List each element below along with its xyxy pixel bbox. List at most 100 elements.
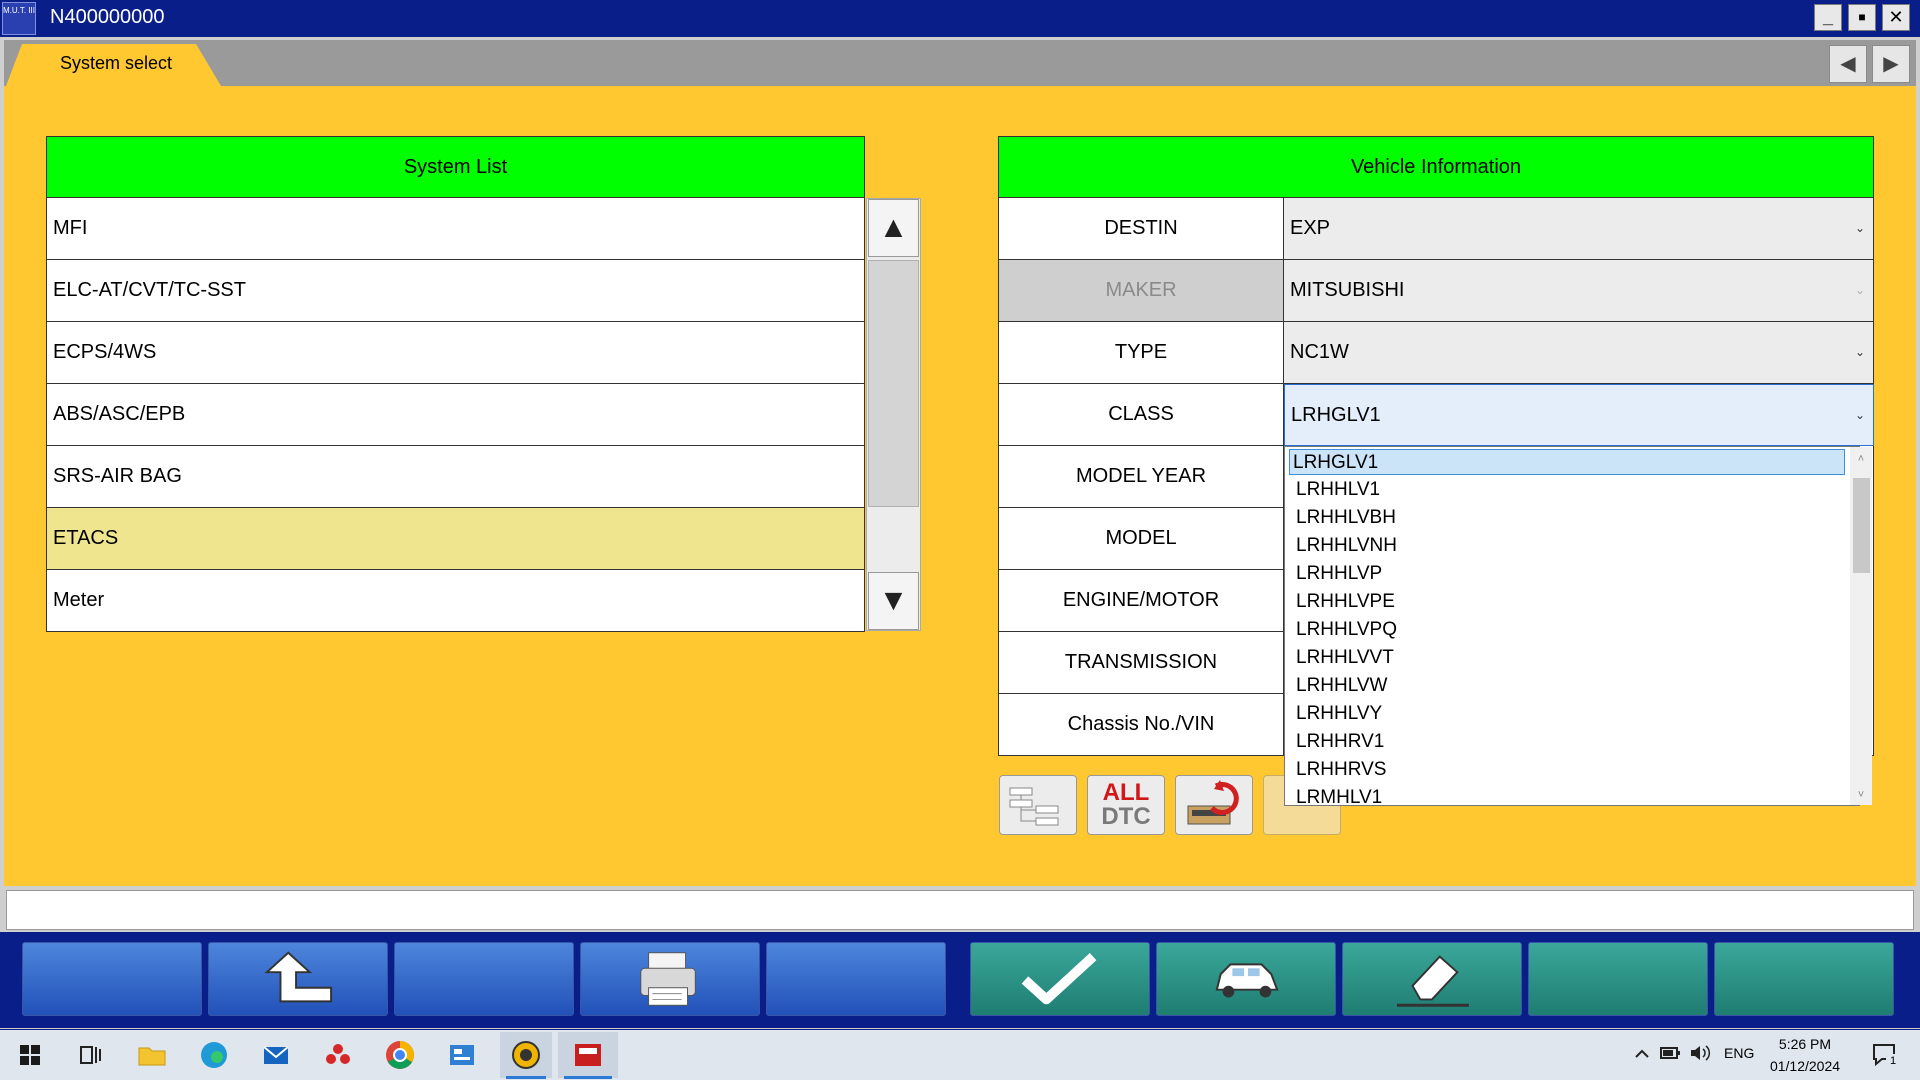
task-view-icon[interactable] [72,1037,108,1073]
dropdown-scroll-down-icon[interactable]: ˅ [1852,786,1870,804]
battery-icon[interactable] [1658,1042,1682,1064]
dropdown-option[interactable]: LRHHLVPQ [1293,617,1845,643]
all-dtc-line1: ALL [1102,779,1150,806]
nav-next-button[interactable]: ▶ [1872,45,1910,83]
clock-date: 01/12/2024 [1769,1058,1841,1074]
class-value: LRHGLV1 [1291,404,1381,426]
close-button[interactable]: ✕ [1882,4,1910,31]
ecu-reprogram-button[interactable] [1175,775,1253,835]
dropdown-option[interactable]: LRHHLVW [1293,673,1845,699]
command-button-1[interactable] [22,942,202,1016]
class-select[interactable]: LRHGLV1 ⌄ [1284,384,1874,446]
nav-prev-button[interactable]: ◀ [1829,45,1867,83]
command-button-9[interactable] [1528,942,1708,1016]
system-list-item[interactable]: ELC-AT/CVT/TC-SST [46,260,865,322]
active-indicator [506,1076,546,1079]
dropdown-option[interactable]: LRHHLVBH [1293,505,1845,531]
back-button[interactable] [208,942,388,1016]
erase-button[interactable] [1342,942,1522,1016]
maximize-button[interactable]: ■ [1848,4,1876,31]
window-title: N400000000 [50,6,165,28]
dropdown-option[interactable]: LRHHLVPE [1293,589,1845,615]
car-icon [1215,963,1279,998]
confirm-button[interactable] [970,942,1150,1016]
dropdown-option-highlighted[interactable]: LRHGLV1 [1289,449,1845,475]
maker-value: MITSUBISHI [1290,279,1405,301]
maker-select: MITSUBISHI ⌄ [1284,260,1874,322]
mail-icon[interactable] [258,1037,294,1073]
active-indicator [564,1076,612,1079]
system-list-item[interactable]: SRS-AIR BAG [46,446,865,508]
destin-select[interactable]: EXP ⌄ [1284,198,1874,260]
chassis-vin-label: Chassis No./VIN [998,694,1284,756]
destin-label: DESTIN [998,198,1284,260]
minimize-button[interactable]: _ [1814,4,1842,31]
control-panel-icon[interactable] [444,1037,480,1073]
chevron-down-icon: ⌄ [1854,408,1865,422]
class-dropdown-list[interactable]: LRHGLV1 LRHHLV1 LRHHLVBH LRHHLVNH LRHHLV… [1284,446,1860,806]
scroll-down-button[interactable]: ▼ [868,572,919,630]
mut-app-icon[interactable] [570,1037,606,1073]
file-explorer-icon[interactable] [134,1037,170,1073]
type-value: NC1W [1290,341,1349,363]
title-bar [0,0,1920,37]
checkmark-icon [1021,953,1097,1005]
tab-label: System select [60,53,173,73]
windows-start-icon[interactable] [12,1037,48,1073]
chevron-up-icon[interactable] [1632,1044,1652,1064]
vehicle-button[interactable] [1156,942,1336,1016]
dropdown-option[interactable]: LRHHRVS [1293,757,1845,783]
system-tree-button[interactable] [999,775,1077,835]
system-list-item-selected[interactable]: ETACS [46,508,865,570]
dropdown-option[interactable]: LRMHLV1 [1293,785,1845,805]
clock[interactable]: 5:26 PM 01/12/2024 [1760,1033,1850,1077]
all-dtc-button[interactable]: ALL DTC [1087,775,1165,835]
dropdown-option[interactable]: LRHHLVP [1293,561,1845,587]
transmission-label: TRANSMISSION [998,632,1284,694]
engine-motor-label: ENGINE/MOTOR [998,570,1284,632]
printer-icon [640,952,696,1006]
system-list-item[interactable]: ABS/ASC/EPB [46,384,865,446]
vehicle-info-header: Vehicle Information [998,136,1874,198]
dropdown-option[interactable]: LRHHLVNH [1293,533,1845,559]
print-button[interactable] [580,942,760,1016]
type-label: TYPE [998,322,1284,384]
all-dtc-line2: DTC [1101,803,1151,830]
edge-browser-icon[interactable] [196,1037,232,1073]
class-label: CLASS [998,384,1284,446]
type-select[interactable]: NC1W ⌄ [1284,322,1874,384]
tab-strip [4,40,1916,86]
language-indicator[interactable]: ENG [1724,1045,1754,1061]
speaker-icon[interactable] [1688,1042,1712,1064]
command-button-3[interactable] [394,942,574,1016]
dropdown-option[interactable]: LRHHLVY [1293,701,1845,727]
chevron-down-icon: ⌄ [1854,345,1865,359]
clock-time: 5:26 PM [1778,1036,1832,1052]
chrome-icon[interactable] [382,1037,418,1073]
ecu-refresh-icon [1187,780,1239,825]
chevron-down-icon: ⌄ [1854,221,1865,235]
system-list-item[interactable]: MFI [46,198,865,260]
return-arrow-icon [264,951,333,1003]
destin-value: EXP [1290,217,1331,239]
notification-count: 1 [1886,1054,1900,1068]
status-message-bar [6,890,1914,930]
command-button-5[interactable] [766,942,946,1016]
dropdown-option[interactable]: LRHHLV1 [1293,477,1845,503]
diagnostic-app-icon[interactable] [508,1037,544,1073]
dropdown-scroll-thumb[interactable] [1853,478,1870,573]
system-list-item[interactable]: Meter [46,570,865,632]
system-tree-icon [1009,787,1059,826]
dropdown-option[interactable]: LRHHRV1 [1293,729,1845,755]
dropdown-scroll-up-icon[interactable]: ˄ [1852,450,1870,468]
model-year-label: MODEL YEAR [998,446,1284,508]
system-list-scroll-thumb[interactable] [868,260,919,507]
app-red-icon[interactable] [320,1037,356,1073]
model-label: MODEL [998,508,1284,570]
dropdown-option[interactable]: LRHHLVVT [1293,645,1845,671]
eraser-icon [1396,955,1469,1007]
maker-label: MAKER [998,260,1284,322]
scroll-up-button[interactable]: ▲ [868,199,919,257]
system-list-item[interactable]: ECPS/4WS [46,322,865,384]
command-button-10[interactable] [1714,942,1894,1016]
